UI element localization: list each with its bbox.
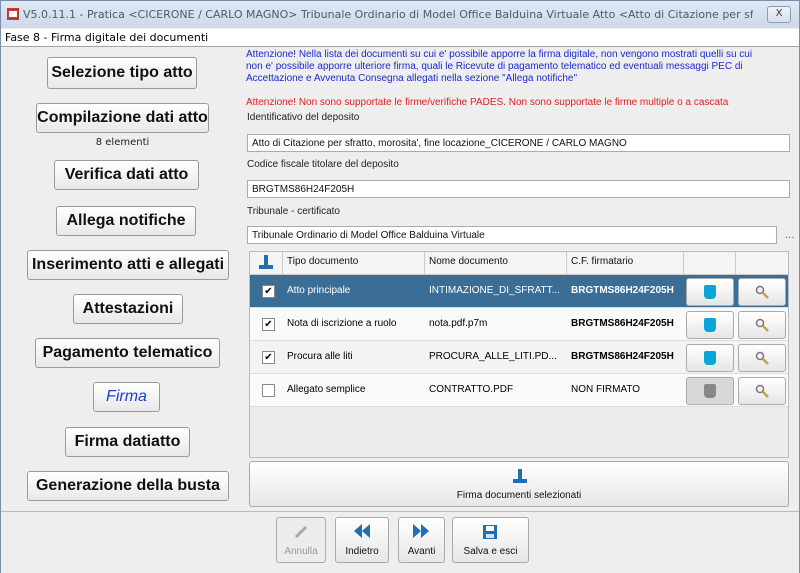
sign-selected-label: Firma documenti selezionati xyxy=(456,490,582,501)
pencil-icon xyxy=(294,525,308,539)
cell-tipo: Procura alle liti xyxy=(287,351,353,362)
step-inserimento-atti-allegati[interactable]: Inserimento atti e allegati xyxy=(27,250,229,280)
codice-fiscale-label: Codice fiscale titolare del deposito xyxy=(247,159,399,170)
delete-signature-button[interactable] xyxy=(686,278,734,306)
magnifier-icon xyxy=(755,351,769,365)
steps-count: 8 elementi xyxy=(95,137,150,148)
header-view xyxy=(736,252,788,274)
magnifier-icon xyxy=(755,384,769,398)
cell-nome: PROCURA_ALLE_LITI.PD... xyxy=(429,351,557,362)
cell-tipo: Allegato semplice xyxy=(287,384,366,395)
info-note-line: Accettazione e Avvenuta Consegna allegat… xyxy=(246,73,578,84)
trash-icon xyxy=(704,285,716,299)
delete-signature-button[interactable] xyxy=(686,344,734,372)
cell-tipo: Atto principale xyxy=(287,285,351,296)
sign-selected-button[interactable]: Firma documenti selezionati xyxy=(249,461,789,507)
close-icon: X xyxy=(775,8,783,19)
window-title: V5.0.11.1 - Pratica <CICERONE / CARLO MA… xyxy=(23,8,753,21)
cell-nome: nota.pdf.p7m xyxy=(429,318,488,329)
table-row[interactable]: ✔ Atto principale INTIMAZIONE_DI_SFRATT.… xyxy=(250,275,788,308)
row-checkbox[interactable]: ✔ xyxy=(262,318,275,331)
row-checkbox[interactable]: ✔ xyxy=(262,285,275,298)
cell-cf: BRGTMS86H24F205H xyxy=(571,285,674,296)
tribunale-label: Tribunale - certificato xyxy=(247,206,340,217)
header-delete xyxy=(684,252,736,274)
indietro-label: Indietro xyxy=(345,546,379,557)
rewind-icon xyxy=(354,524,370,538)
magnifier-icon xyxy=(755,285,769,299)
step-attestazioni[interactable]: Attestazioni xyxy=(73,294,183,324)
step-firma-datiatto[interactable]: Firma datiatto xyxy=(65,427,190,457)
phase-title: Fase 8 - Firma digitale dei documenti xyxy=(5,31,209,44)
tribunale-field[interactable]: Tribunale Ordinario di Model Office Bald… xyxy=(247,226,777,244)
view-document-button[interactable] xyxy=(738,311,786,339)
table-header: Tipo documento Nome documento C.F. firma… xyxy=(250,252,788,275)
magnifier-icon xyxy=(755,318,769,332)
view-document-button[interactable] xyxy=(738,278,786,306)
select-all-header[interactable] xyxy=(250,252,283,274)
step-compilazione-dati-atto[interactable]: Compilazione dati atto xyxy=(36,103,209,133)
info-note: Attenzione! Nella lista dei documenti su… xyxy=(246,49,791,85)
step-firma[interactable]: Firma xyxy=(93,382,160,412)
save-icon xyxy=(483,525,497,539)
header-cf-firmatario: C.F. firmatario xyxy=(567,252,684,274)
cell-tipo: Nota di iscrizione a ruolo xyxy=(287,318,397,329)
navigation-bar: Annulla Indietro Avanti Salva e esci xyxy=(1,511,799,573)
view-document-button[interactable] xyxy=(738,344,786,372)
salva-e-esci-button[interactable]: Salva e esci xyxy=(452,517,529,563)
salva-e-esci-label: Salva e esci xyxy=(463,546,518,557)
sign-stamp-icon xyxy=(513,469,527,483)
warning-note: Attenzione! Non sono supportate le firme… xyxy=(246,97,729,108)
codice-fiscale-field[interactable]: BRGTMS86H24F205H xyxy=(247,180,790,198)
documents-table: Tipo documento Nome documento C.F. firma… xyxy=(249,251,789,458)
delete-signature-button[interactable] xyxy=(686,311,734,339)
trash-icon xyxy=(704,384,716,398)
step-generazione-busta[interactable]: Generazione della busta xyxy=(27,471,229,501)
step-verifica-dati-atto[interactable]: Verifica dati atto xyxy=(54,160,199,190)
app-icon xyxy=(7,8,19,20)
info-note-line: non e' possibile apporre ulteriore firma… xyxy=(246,61,743,72)
table-row[interactable]: ✔ Nota di iscrizione a ruolo nota.pdf.p7… xyxy=(250,308,788,341)
step-selezione-tipo-atto[interactable]: Selezione tipo atto xyxy=(47,57,197,89)
avanti-label: Avanti xyxy=(407,546,436,557)
info-note-line: Attenzione! Nella lista dei documenti su… xyxy=(246,49,753,60)
cell-cf: NON FIRMATO xyxy=(571,384,641,395)
delete-signature-button[interactable] xyxy=(686,377,734,405)
row-checkbox[interactable] xyxy=(262,384,275,397)
steps-panel: Selezione tipo atto Compilazione dati at… xyxy=(1,49,244,509)
trash-icon xyxy=(704,318,716,332)
avanti-button[interactable]: Avanti xyxy=(398,517,445,563)
close-button[interactable]: X xyxy=(767,6,791,23)
annulla-button[interactable]: Annulla xyxy=(276,517,326,563)
annulla-label: Annulla xyxy=(284,546,318,557)
view-document-button[interactable] xyxy=(738,377,786,405)
trash-icon xyxy=(704,351,716,365)
step-pagamento-telematico[interactable]: Pagamento telematico xyxy=(35,338,220,368)
cell-nome: CONTRATTO.PDF xyxy=(429,384,514,395)
cell-cf: BRGTMS86H24F205H xyxy=(571,318,674,329)
tribunale-more-button[interactable]: ... xyxy=(785,230,795,241)
sign-stamp-icon xyxy=(259,255,273,269)
table-row[interactable]: ✔ Procura alle liti PROCURA_ALLE_LITI.PD… xyxy=(250,341,788,374)
cell-cf: BRGTMS86H24F205H xyxy=(571,351,674,362)
row-checkbox[interactable]: ✔ xyxy=(262,351,275,364)
header-nome-documento: Nome documento xyxy=(425,252,567,274)
table-row[interactable]: Allegato semplice CONTRATTO.PDF NON FIRM… xyxy=(250,374,788,407)
deposito-label: Identificativo del deposito xyxy=(247,112,360,123)
fast-forward-icon xyxy=(413,524,429,538)
phase-bar: Fase 8 - Firma digitale dei documenti xyxy=(1,29,799,47)
application-window: V5.0.11.1 - Pratica <CICERONE / CARLO MA… xyxy=(0,0,800,573)
main-panel: Attenzione! Nella lista dei documenti su… xyxy=(246,49,799,509)
deposito-field[interactable]: Atto di Citazione per sfratto, morosita'… xyxy=(247,134,790,152)
title-bar: V5.0.11.1 - Pratica <CICERONE / CARLO MA… xyxy=(1,1,799,28)
header-tipo-documento: Tipo documento xyxy=(283,252,425,274)
indietro-button[interactable]: Indietro xyxy=(335,517,389,563)
cell-nome: INTIMAZIONE_DI_SFRATT... xyxy=(429,285,560,296)
step-allega-notifiche[interactable]: Allega notifiche xyxy=(56,206,196,236)
